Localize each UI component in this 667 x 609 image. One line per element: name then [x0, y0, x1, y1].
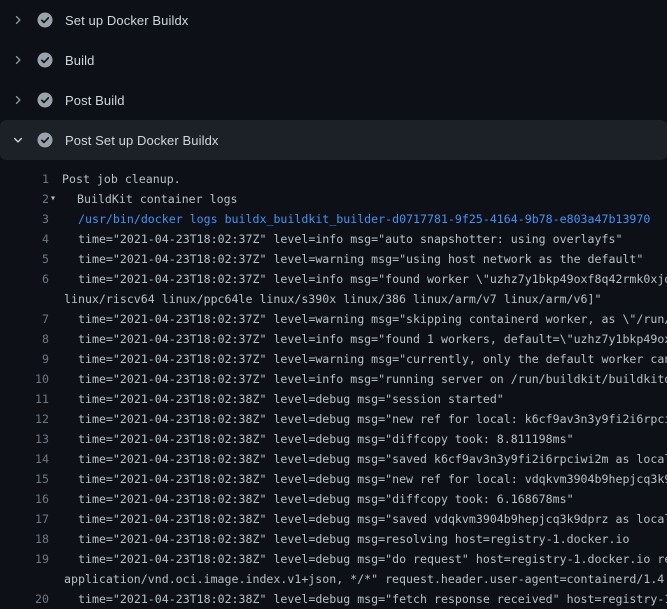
line-number[interactable]: 12 [0, 409, 49, 429]
log-text: time="2021-04-23T18:02:38Z" level=debug … [78, 509, 667, 529]
log-line: 7 time="2021-04-23T18:02:37Z" level=warni… [0, 309, 667, 329]
log-line: 17 time="2021-04-23T18:02:38Z" level=debu… [0, 509, 667, 529]
log-line: 1 Post job cleanup. [0, 169, 667, 189]
line-number[interactable]: 1 [0, 169, 49, 189]
log-command-text: /usr/bin/docker logs buildx_buildkit_bui… [78, 209, 650, 229]
step-header-post-build[interactable]: Post Build [0, 80, 667, 120]
log-line: 20 time="2021-04-23T18:02:38Z" level=debu… [0, 589, 667, 609]
log-text: time="2021-04-23T18:02:37Z" level=warnin… [78, 349, 667, 369]
log-text: application/vnd.oci.image.index.v1+json,… [64, 569, 667, 589]
chevron-right-icon[interactable] [12, 54, 24, 66]
log-text: time="2021-04-23T18:02:37Z" level=info m… [78, 329, 667, 349]
log-text: time="2021-04-23T18:02:38Z" level=debug … [78, 489, 574, 509]
step-label: Build [65, 53, 94, 68]
line-number[interactable]: 9 [0, 349, 49, 369]
log-line: 19 time="2021-04-23T18:02:38Z" level=debu… [0, 549, 667, 569]
chevron-right-icon[interactable] [12, 14, 24, 26]
log-line: 12 time="2021-04-23T18:02:38Z" level=debu… [0, 409, 667, 429]
log-text: time="2021-04-23T18:02:38Z" level=debug … [78, 409, 667, 429]
check-circle-icon [37, 12, 53, 28]
line-number[interactable]: 5 [0, 249, 49, 269]
line-number[interactable]: 15 [0, 469, 49, 489]
line-number[interactable]: 16 [0, 489, 49, 509]
log-text: time="2021-04-23T18:02:38Z" level=debug … [78, 449, 667, 469]
log-line: 16 time="2021-04-23T18:02:38Z" level=debu… [0, 489, 667, 509]
line-number[interactable]: 19 [0, 549, 49, 569]
log-output: 1 Post job cleanup. 2▾ BuildKit container l… [0, 160, 667, 609]
log-text: BuildKit container logs [77, 189, 238, 209]
log-text: time="2021-04-23T18:02:38Z" level=debug … [78, 469, 667, 489]
log-text: time="2021-04-23T18:02:38Z" level=debug … [78, 549, 667, 569]
line-number[interactable]: 11 [0, 389, 49, 409]
log-line: 14 time="2021-04-23T18:02:38Z" level=debu… [0, 449, 667, 469]
line-number[interactable]: 2 [0, 189, 49, 209]
check-circle-icon [37, 132, 53, 148]
log-line: 13 time="2021-04-23T18:02:38Z" level=debu… [0, 429, 667, 449]
log-text: time="2021-04-23T18:02:38Z" level=debug … [78, 529, 629, 549]
line-number[interactable]: 3 [0, 209, 49, 229]
log-text: linux/riscv64 linux/ppc64le linux/s390x … [64, 289, 601, 309]
line-number[interactable]: 7 [0, 309, 49, 329]
line-number[interactable]: 20 [0, 589, 49, 609]
log-line: 4 time="2021-04-23T18:02:37Z" level=info … [0, 229, 667, 249]
log-line-continuation: linux/riscv64 linux/ppc64le linux/s390x … [0, 289, 667, 309]
step-header-list: Set up Docker Buildx Build Post Build Post … [0, 0, 667, 160]
log-line: 11 time="2021-04-23T18:02:38Z" level=debu… [0, 389, 667, 409]
check-circle-icon [37, 52, 53, 68]
log-line-continuation: application/vnd.oci.image.index.v1+json,… [0, 569, 667, 589]
step-header-post-set-up-docker-buildx[interactable]: Post Set up Docker Buildx [0, 120, 667, 160]
chevron-right-icon[interactable] [12, 94, 24, 106]
triangle-down-icon[interactable]: ▾ [50, 189, 56, 209]
log-text: time="2021-04-23T18:02:37Z" level=info m… [78, 229, 622, 249]
log-text: time="2021-04-23T18:02:37Z" level=info m… [78, 269, 667, 289]
line-number[interactable]: 18 [0, 529, 49, 549]
step-label: Post Build [65, 93, 125, 108]
log-text: time="2021-04-23T18:02:38Z" level=debug … [78, 589, 667, 609]
line-number[interactable]: 6 [0, 269, 49, 289]
line-number[interactable]: 14 [0, 449, 49, 469]
log-line: 6 time="2021-04-23T18:02:37Z" level=info … [0, 269, 667, 289]
check-circle-icon [37, 92, 53, 108]
log-text: time="2021-04-23T18:02:38Z" level=debug … [78, 389, 504, 409]
log-line: 18 time="2021-04-23T18:02:38Z" level=debu… [0, 529, 667, 549]
log-line: 8 time="2021-04-23T18:02:37Z" level=info … [0, 329, 667, 349]
line-number[interactable]: 13 [0, 429, 49, 449]
line-number[interactable]: 10 [0, 369, 49, 389]
line-number[interactable]: 17 [0, 509, 49, 529]
step-label: Post Set up Docker Buildx [65, 133, 219, 148]
log-line: 5 time="2021-04-23T18:02:37Z" level=warni… [0, 249, 667, 269]
log-line: 2▾ BuildKit container logs [0, 189, 667, 209]
step-header-set-up-docker-buildx[interactable]: Set up Docker Buildx [0, 0, 667, 40]
log-text: time="2021-04-23T18:02:37Z" level=warnin… [78, 309, 667, 329]
log-line: 15 time="2021-04-23T18:02:38Z" level=debu… [0, 469, 667, 489]
step-label: Set up Docker Buildx [65, 13, 188, 28]
log-line: 3/usr/bin/docker logs buildx_buildkit_bu… [0, 209, 667, 229]
log-text: time="2021-04-23T18:02:38Z" level=debug … [78, 429, 574, 449]
chevron-down-icon[interactable] [12, 134, 24, 146]
log-text: Post job cleanup. [62, 169, 181, 189]
log-text: time="2021-04-23T18:02:37Z" level=warnin… [78, 249, 643, 269]
line-number[interactable]: 4 [0, 229, 49, 249]
line-number[interactable]: 8 [0, 329, 49, 349]
step-header-build[interactable]: Build [0, 40, 667, 80]
log-line: 10 time="2021-04-23T18:02:37Z" level=info… [0, 369, 667, 389]
actions-log-viewer: { "colors": { "page_bg": "#0d1117", "act… [0, 0, 667, 600]
log-text: time="2021-04-23T18:02:37Z" level=info m… [78, 369, 667, 389]
log-line: 9 time="2021-04-23T18:02:37Z" level=warni… [0, 349, 667, 369]
